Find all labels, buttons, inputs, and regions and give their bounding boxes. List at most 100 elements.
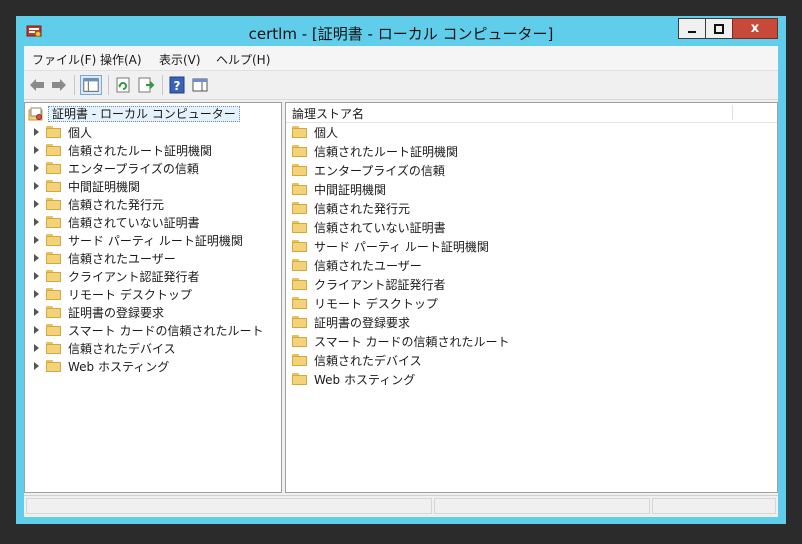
- list-item[interactable]: 信頼されたルート証明機関: [292, 143, 458, 159]
- console-tree[interactable]: 証明書 - ローカル コンピューター 個人信頼されたルート証明機関 エンタープライ…: [24, 102, 282, 493]
- expand-arrow-icon[interactable]: [34, 146, 39, 154]
- tree-node-label: Web ホスティング: [68, 359, 170, 374]
- list-item-label: エンタープライズの信頼: [314, 163, 445, 178]
- list-item[interactable]: 個人: [292, 124, 338, 140]
- title-bar[interactable]: certlm - [証明書 - ローカル コンピューター] x: [16, 16, 786, 46]
- expand-arrow-icon[interactable]: [34, 200, 39, 208]
- list-item-label: 個人: [314, 125, 339, 140]
- tree-node[interactable]: 信頼されたルート証明機関: [34, 142, 212, 158]
- list-item[interactable]: スマート カードの信頼されたルート: [292, 333, 509, 349]
- tree-node-label: サード パーティ ルート証明機関: [68, 233, 243, 248]
- expand-arrow-icon[interactable]: [34, 254, 39, 262]
- list-item[interactable]: 信頼されたデバイス: [292, 352, 422, 368]
- tree-node-label: 証明書の登録要求: [68, 305, 165, 320]
- list-item[interactable]: クライアント認証発行者: [292, 276, 446, 292]
- tree-node[interactable]: リモート デスクトップ: [34, 286, 192, 302]
- svg-text:?: ?: [174, 79, 181, 93]
- list-item-label: クライアント認証発行者: [314, 277, 446, 292]
- show-hide-action-pane-icon[interactable]: [191, 76, 209, 94]
- tree-node[interactable]: 中間証明機関: [34, 178, 140, 194]
- menu-view[interactable]: 表示(V): [159, 51, 201, 68]
- tree-node[interactable]: エンタープライズの信頼: [34, 160, 199, 176]
- expand-arrow-icon[interactable]: [34, 236, 39, 244]
- tree-node-label: 信頼されていない証明書: [68, 215, 200, 230]
- tree-node-label: 中間証明機関: [68, 179, 141, 194]
- folder-icon: [292, 126, 308, 138]
- list-item[interactable]: Web ホスティング: [292, 371, 415, 387]
- expand-arrow-icon[interactable]: [34, 290, 39, 298]
- tree-node-label: 信頼されたデバイス: [68, 341, 176, 356]
- app-window: certlm - [証明書 - ローカル コンピューター] x ファイル(F) …: [16, 16, 786, 524]
- folder-icon: [292, 297, 308, 309]
- list-item[interactable]: リモート デスクトップ: [292, 295, 438, 311]
- list-item-label: スマート カードの信頼されたルート: [314, 334, 510, 349]
- tree-node[interactable]: Web ホスティング: [34, 358, 169, 374]
- list-item-label: 信頼されたユーザー: [314, 258, 422, 273]
- tree-node[interactable]: 信頼されたデバイス: [34, 340, 176, 356]
- list-item[interactable]: 証明書の登録要求: [292, 314, 410, 330]
- status-bar: [24, 495, 778, 517]
- tree-node[interactable]: 個人: [34, 124, 92, 140]
- close-button[interactable]: x: [732, 18, 778, 39]
- folder-icon: [292, 373, 308, 385]
- expand-arrow-icon[interactable]: [34, 272, 39, 280]
- folder-icon: [46, 234, 62, 246]
- tree-node-label: 信頼されたユーザー: [68, 251, 176, 266]
- expand-arrow-icon[interactable]: [34, 164, 39, 172]
- folder-icon: [46, 162, 62, 174]
- expand-arrow-icon[interactable]: [34, 128, 39, 136]
- tree-node[interactable]: 信頼されたユーザー: [34, 250, 176, 266]
- column-divider[interactable]: [732, 105, 733, 120]
- list-item-label: 証明書の登録要求: [314, 315, 411, 330]
- tree-node[interactable]: 証明書の登録要求: [34, 304, 164, 320]
- client-area: ファイル(F) 操作(A) 表示(V) ヘルプ(H) ? 証明書 - ローカル …: [24, 46, 778, 517]
- menu-action[interactable]: 操作(A): [100, 51, 142, 68]
- tree-node[interactable]: 信頼されていない証明書: [34, 214, 200, 230]
- refresh-icon[interactable]: [114, 76, 132, 94]
- expand-arrow-icon[interactable]: [34, 344, 39, 352]
- folder-icon: [292, 316, 308, 328]
- list-item[interactable]: 信頼された発行元: [292, 200, 410, 216]
- tree-node[interactable]: 信頼された発行元: [34, 196, 164, 212]
- list-item[interactable]: サード パーティ ルート証明機関: [292, 238, 489, 254]
- folder-icon: [46, 306, 62, 318]
- folder-icon: [46, 198, 62, 210]
- window-title: certlm - [証明書 - ローカル コンピューター]: [248, 25, 554, 43]
- tree-root-node[interactable]: 証明書 - ローカル コンピューター: [28, 106, 240, 122]
- folder-icon: [46, 270, 62, 282]
- expand-arrow-icon[interactable]: [34, 218, 39, 226]
- minimize-button[interactable]: [678, 18, 706, 39]
- tree-node[interactable]: クライアント認証発行者: [34, 268, 200, 284]
- help-icon[interactable]: ?: [168, 76, 186, 94]
- column-header[interactable]: 論理ストア名: [286, 103, 777, 123]
- toolbar-separator: [108, 75, 109, 95]
- expand-arrow-icon[interactable]: [34, 182, 39, 190]
- show-hide-console-tree-icon[interactable]: [80, 75, 102, 95]
- menu-help[interactable]: ヘルプ(H): [216, 51, 270, 68]
- folder-icon: [46, 216, 62, 228]
- back-arrow-icon[interactable]: [28, 76, 46, 94]
- list-item-label: 信頼されていない証明書: [314, 220, 446, 235]
- list-item[interactable]: 信頼されていない証明書: [292, 219, 446, 235]
- list-item-label: Web ホスティング: [314, 372, 416, 387]
- expand-arrow-icon[interactable]: [34, 308, 39, 316]
- folder-icon: [292, 164, 308, 176]
- tree-node-label: リモート デスクトップ: [68, 287, 192, 302]
- toolbar-separator: [162, 75, 163, 95]
- tree-node[interactable]: スマート カードの信頼されたルート: [34, 322, 263, 338]
- folder-icon: [46, 144, 62, 156]
- menu-file[interactable]: ファイル(F): [32, 51, 96, 68]
- list-item[interactable]: 中間証明機関: [292, 181, 386, 197]
- list-item[interactable]: エンタープライズの信頼: [292, 162, 445, 178]
- forward-arrow-icon[interactable]: [50, 76, 68, 94]
- tree-node[interactable]: サード パーティ ルート証明機関: [34, 232, 243, 248]
- list-item[interactable]: 信頼されたユーザー: [292, 257, 422, 273]
- details-pane[interactable]: 論理ストア名 個人信頼されたルート証明機関エンタープライズの信頼中間証明機関信頼…: [285, 102, 778, 493]
- tree-node-label: クライアント認証発行者: [68, 269, 200, 284]
- expand-arrow-icon[interactable]: [34, 326, 39, 334]
- folder-icon: [292, 221, 308, 233]
- expand-arrow-icon[interactable]: [34, 362, 39, 370]
- maximize-button[interactable]: [705, 18, 733, 39]
- export-list-icon[interactable]: [137, 76, 155, 94]
- list-item-label: 信頼された発行元: [314, 201, 411, 216]
